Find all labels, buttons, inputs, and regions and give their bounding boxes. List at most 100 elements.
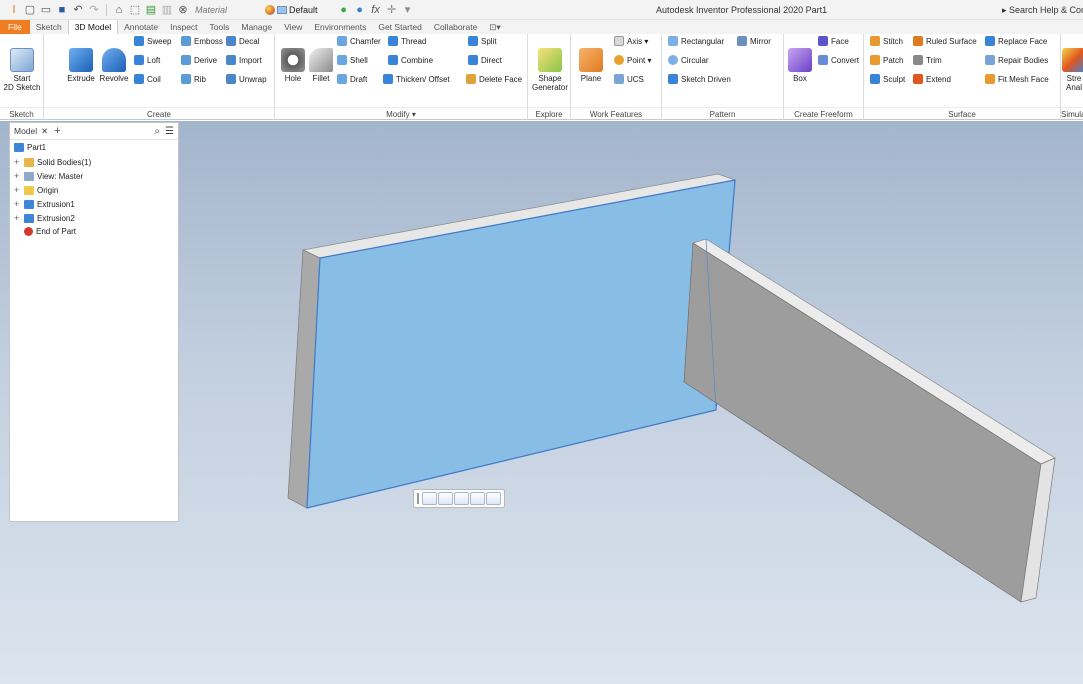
mini-sketch-button[interactable] bbox=[422, 492, 437, 505]
tree-item-view-master[interactable]: + View: Master bbox=[14, 171, 83, 181]
split-button[interactable]: Split bbox=[468, 36, 497, 46]
convert-button[interactable]: Convert bbox=[818, 55, 859, 65]
point-button[interactable]: Point ▾ bbox=[614, 55, 651, 65]
tree-item-extrusion1[interactable]: + Extrusion1 bbox=[14, 199, 75, 209]
rib-button[interactable]: Rib bbox=[181, 74, 206, 84]
clear-appearance-icon[interactable]: ● bbox=[354, 4, 366, 16]
unwrap-button[interactable]: Unwrap bbox=[226, 74, 267, 84]
mini-edit-button[interactable] bbox=[470, 492, 485, 505]
thicken-offset-button[interactable]: Thicken/ Offset bbox=[383, 74, 450, 84]
tree-item-end-of-part[interactable]: End of Part bbox=[24, 227, 76, 236]
inventor-logo-icon[interactable]: Ⅰ bbox=[8, 4, 20, 16]
new-file-icon[interactable]: ▢ bbox=[24, 4, 36, 16]
extend-button[interactable]: Extend bbox=[913, 74, 951, 84]
update-icon[interactable]: ▤ bbox=[145, 4, 157, 16]
search-icon[interactable]: ⌕ bbox=[154, 126, 160, 137]
extrude-button[interactable]: Extrude bbox=[64, 48, 98, 83]
expand-icon[interactable]: + bbox=[14, 157, 21, 167]
properties-icon[interactable]: ▥ bbox=[161, 4, 173, 16]
tree-item-part1[interactable]: Part1 bbox=[14, 143, 46, 152]
sculpt-button[interactable]: Sculpt bbox=[870, 74, 905, 84]
draft-button[interactable]: Draft bbox=[337, 74, 367, 84]
expand-icon[interactable]: + bbox=[14, 185, 21, 195]
redo-icon[interactable]: ↷ bbox=[88, 4, 100, 16]
tree-item-extrusion2[interactable]: + Extrusion2 bbox=[14, 213, 75, 223]
mini-more-button[interactable] bbox=[486, 492, 501, 505]
chamfer-button[interactable]: Chamfer bbox=[337, 36, 381, 46]
combine-button[interactable]: Combine bbox=[388, 55, 433, 65]
appearance-combo[interactable]: Default bbox=[265, 4, 318, 15]
add-icon[interactable]: ✛ bbox=[386, 4, 398, 16]
tab-annotate[interactable]: Annotate bbox=[118, 20, 164, 34]
ucs-button[interactable]: UCS bbox=[614, 74, 644, 84]
tab-tools[interactable]: Tools bbox=[204, 20, 236, 34]
tab-3d-model[interactable]: 3D Model bbox=[67, 20, 119, 34]
stress-analysis-button[interactable]: Stre Anal bbox=[1062, 48, 1083, 92]
material-combo[interactable]: Material bbox=[195, 5, 227, 15]
tab-collaborate[interactable]: Collaborate bbox=[428, 20, 483, 34]
tab-overflow[interactable]: ⊡▾ bbox=[483, 20, 506, 34]
adjust-icon[interactable]: ● bbox=[338, 4, 350, 16]
patch-button[interactable]: Patch bbox=[870, 55, 903, 65]
sweep-button[interactable]: Sweep bbox=[134, 36, 171, 46]
select-icon[interactable]: ⬚ bbox=[129, 4, 141, 16]
circular-pattern-button[interactable]: Circular bbox=[668, 55, 709, 65]
tab-sketch[interactable]: Sketch bbox=[30, 20, 68, 34]
tab-view[interactable]: View bbox=[278, 20, 308, 34]
shell-button[interactable]: Shell bbox=[337, 55, 368, 65]
material-icon[interactable]: ⊗ bbox=[177, 4, 189, 16]
decal-button[interactable]: Decal bbox=[226, 36, 259, 46]
sketch-driven-pattern-button[interactable]: Sketch Driven bbox=[668, 74, 731, 84]
tab-environments[interactable]: Environments bbox=[308, 20, 372, 34]
tree-item-solid-bodies[interactable]: + Solid Bodies(1) bbox=[14, 157, 91, 167]
delete-face-button[interactable]: Delete Face bbox=[466, 74, 522, 84]
expand-icon[interactable]: + bbox=[14, 213, 21, 223]
replace-face-button[interactable]: Replace Face bbox=[985, 36, 1047, 46]
shape-generator-button[interactable]: Shape Generator bbox=[530, 48, 570, 92]
plane-button[interactable]: Plane bbox=[577, 48, 605, 83]
start-2d-sketch-button[interactable]: Start 2D Sketch bbox=[4, 48, 40, 92]
add-browser-icon[interactable]: + bbox=[54, 125, 60, 137]
mirror-button[interactable]: Mirror bbox=[737, 36, 771, 46]
menu-icon[interactable]: ☰ bbox=[165, 126, 174, 137]
browser-title[interactable]: Model bbox=[14, 126, 37, 136]
fillet-button[interactable]: Fillet bbox=[308, 48, 334, 83]
fit-mesh-face-button[interactable]: Fit Mesh Face bbox=[985, 74, 1049, 84]
direct-button[interactable]: Direct bbox=[468, 55, 502, 65]
loft-button[interactable]: Loft bbox=[134, 55, 160, 65]
tree-item-origin[interactable]: + Origin bbox=[14, 185, 58, 195]
plate1-front-face[interactable] bbox=[306, 179, 736, 509]
ruled-surface-button[interactable]: Ruled Surface bbox=[913, 36, 977, 46]
box-button[interactable]: Box bbox=[787, 48, 813, 83]
rectangular-pattern-button[interactable]: Rectangular bbox=[668, 36, 724, 46]
mini-revolve-button[interactable] bbox=[454, 492, 469, 505]
fx-icon[interactable]: fx bbox=[370, 4, 382, 16]
save-icon[interactable]: ■ bbox=[56, 4, 68, 16]
tab-get-started[interactable]: Get Started bbox=[372, 20, 427, 34]
stitch-button[interactable]: Stitch bbox=[870, 36, 903, 46]
axis-button[interactable]: Axis ▾ bbox=[614, 36, 648, 46]
undo-icon[interactable]: ↶ bbox=[72, 4, 84, 16]
trim-button[interactable]: Trim bbox=[913, 55, 942, 65]
search-help-field[interactable]: ▸ Search Help & Com bbox=[1002, 5, 1083, 16]
home-icon[interactable]: ⌂ bbox=[113, 4, 125, 16]
customize-icon[interactable]: ▾ bbox=[402, 4, 414, 16]
mini-toolbar-grip-icon[interactable] bbox=[417, 493, 419, 504]
import-button[interactable]: Import bbox=[226, 55, 262, 65]
tab-file[interactable]: File bbox=[0, 20, 30, 34]
thread-button[interactable]: Thread bbox=[388, 36, 426, 46]
tab-inspect[interactable]: Inspect bbox=[164, 20, 203, 34]
derive-button[interactable]: Derive bbox=[181, 55, 217, 65]
mini-extrude-button[interactable] bbox=[438, 492, 453, 505]
repair-bodies-button[interactable]: Repair Bodies bbox=[985, 55, 1048, 65]
close-icon[interactable]: ✕ bbox=[41, 126, 48, 137]
freeform-face-button[interactable]: Face bbox=[818, 36, 849, 46]
expand-icon[interactable]: + bbox=[14, 199, 21, 209]
expand-icon[interactable]: + bbox=[14, 171, 21, 181]
panel-label-modify[interactable]: Modify ▾ bbox=[275, 107, 527, 120]
hole-button[interactable]: Hole bbox=[280, 48, 306, 83]
open-folder-icon[interactable]: ▭ bbox=[40, 4, 52, 16]
emboss-button[interactable]: Emboss bbox=[181, 36, 223, 46]
revolve-button[interactable]: Revolve bbox=[97, 48, 131, 83]
coil-button[interactable]: Coil bbox=[134, 74, 161, 84]
